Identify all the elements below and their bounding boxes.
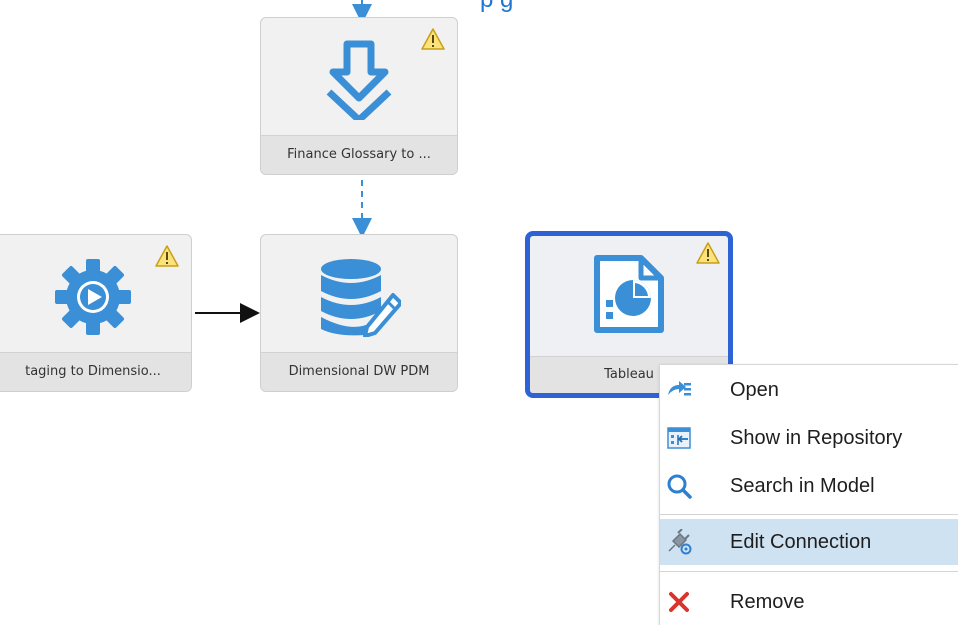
menu-separator <box>660 571 958 572</box>
search-icon <box>667 474 692 499</box>
repository-icon <box>667 427 691 449</box>
edit-connection-icon <box>668 529 692 555</box>
node-staging-to-dimensional[interactable]: taging to Dimensio... <box>0 234 192 392</box>
menu-item-label: Show in Repository <box>730 427 903 449</box>
node-dimensional-dw-pdm[interactable]: Dimensional DW PDM <box>260 234 458 392</box>
lineage-canvas[interactable]: p g Finance Glossary to ... <box>0 0 958 625</box>
download-arrow-icon <box>326 40 392 120</box>
database-edit-icon <box>321 259 401 337</box>
menu-item-label: Remove <box>730 591 805 613</box>
menu-item-open[interactable]: Open <box>660 367 958 413</box>
menu-item-show-in-repository[interactable]: Show in Repository <box>660 415 958 461</box>
warning-icon <box>421 28 445 50</box>
menu-item-label: Edit Connection <box>730 531 872 553</box>
node-label: taging to Dimensio... <box>0 352 191 391</box>
remove-icon <box>669 592 689 612</box>
gear-play-icon <box>55 259 131 335</box>
report-pie-icon <box>594 255 664 333</box>
menu-item-remove[interactable]: Remove <box>660 579 958 625</box>
warning-icon <box>696 242 720 264</box>
menu-item-search-in-model[interactable]: Search in Model <box>660 463 958 509</box>
menu-item-label: Open <box>730 379 779 401</box>
node-finance-glossary[interactable]: Finance Glossary to ... <box>260 17 458 175</box>
menu-item-label: Search in Model <box>730 475 875 497</box>
menu-item-edit-connection[interactable]: Edit Connection <box>660 519 958 565</box>
warning-icon <box>155 245 179 267</box>
menu-separator <box>660 514 958 515</box>
open-icon <box>668 381 691 396</box>
context-menu: Open Show in Repository Search in Model <box>659 364 958 625</box>
node-label: Finance Glossary to ... <box>261 135 457 174</box>
node-label: Dimensional DW PDM <box>261 352 457 391</box>
